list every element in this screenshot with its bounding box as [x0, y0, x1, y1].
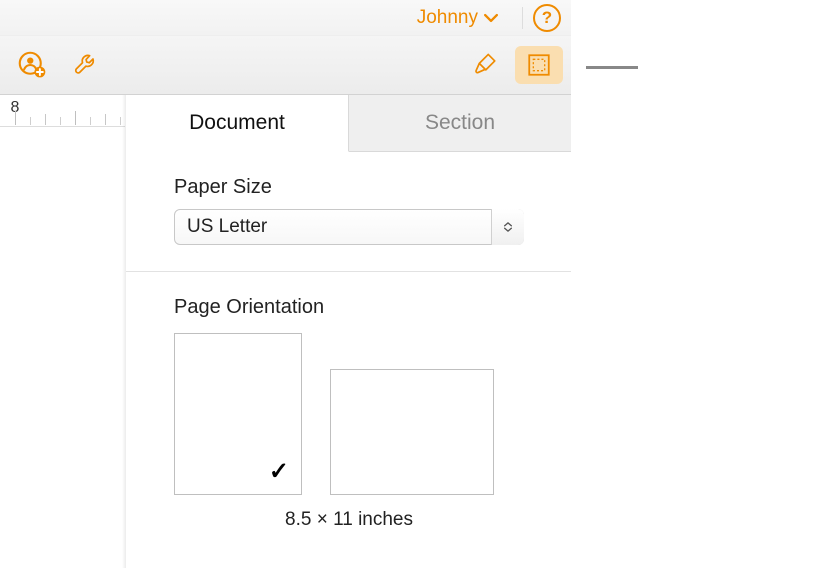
paper-size-label: Paper Size: [174, 176, 531, 199]
help-button[interactable]: ?: [533, 4, 561, 32]
paintbrush-icon: [472, 52, 498, 78]
tab-document[interactable]: Document: [126, 95, 349, 152]
collaborator-menu[interactable]: Johnny: [417, 7, 498, 29]
collaborate-button[interactable]: [8, 46, 56, 84]
user-name: Johnny: [417, 7, 478, 29]
tab-section[interactable]: Section: [349, 95, 571, 152]
question-mark-icon: ?: [542, 6, 552, 30]
inspector-panel: Document Section Paper Size US Letter: [126, 95, 571, 568]
tools-button[interactable]: [62, 46, 110, 84]
inspector-tabs: Document Section: [126, 95, 571, 152]
document-canvas[interactable]: [0, 126, 125, 568]
document-settings-button[interactable]: [515, 46, 563, 84]
horizontal-ruler: 8: [0, 95, 125, 125]
updown-arrows-icon: [503, 222, 513, 232]
page-orientation-label: Page Orientation: [174, 296, 531, 319]
paper-size-value: US Letter: [187, 216, 267, 238]
format-button[interactable]: [461, 46, 509, 84]
orientation-landscape[interactable]: [330, 369, 494, 495]
document-margins-icon: [526, 52, 552, 78]
collaborate-icon: [18, 51, 46, 79]
tab-section-label: Section: [425, 111, 495, 135]
separator: [522, 7, 523, 29]
window-titlebar: Johnny ?: [0, 0, 571, 36]
annotation-callout-line: [586, 66, 638, 69]
tab-document-label: Document: [189, 111, 285, 135]
divider: [126, 271, 571, 272]
wrench-icon: [73, 52, 99, 78]
chevron-down-icon: [484, 11, 498, 25]
app-window: Johnny ?: [0, 0, 571, 568]
orientation-portrait[interactable]: ✓: [174, 333, 302, 495]
paper-size-select[interactable]: US Letter: [174, 209, 524, 245]
page-dimensions: 8.5 × 11 inches: [174, 509, 524, 531]
paper-size-dropdown-button[interactable]: [491, 209, 524, 245]
orientation-options: ✓: [174, 333, 531, 495]
checkmark-icon: ✓: [269, 457, 289, 486]
toolbar: [0, 36, 571, 95]
